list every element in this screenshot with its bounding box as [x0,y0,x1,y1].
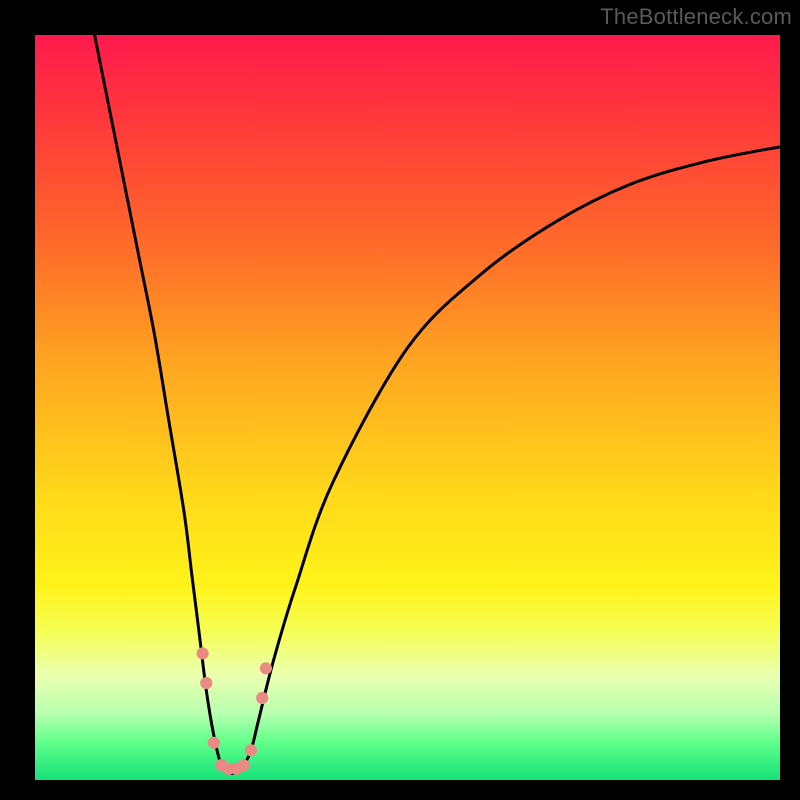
curve-marker [245,744,257,756]
curve-marker [256,692,268,704]
bottleneck-curve [95,35,780,773]
plot-area [35,35,780,780]
curve-marker [197,647,209,659]
curve-marker [260,662,272,674]
chart-frame: TheBottleneck.com [0,0,800,800]
chart-svg [35,35,780,780]
watermark-text: TheBottleneck.com [600,4,792,30]
curve-marker [200,677,212,689]
curve-marker [208,737,220,749]
curve-marker [238,759,250,771]
